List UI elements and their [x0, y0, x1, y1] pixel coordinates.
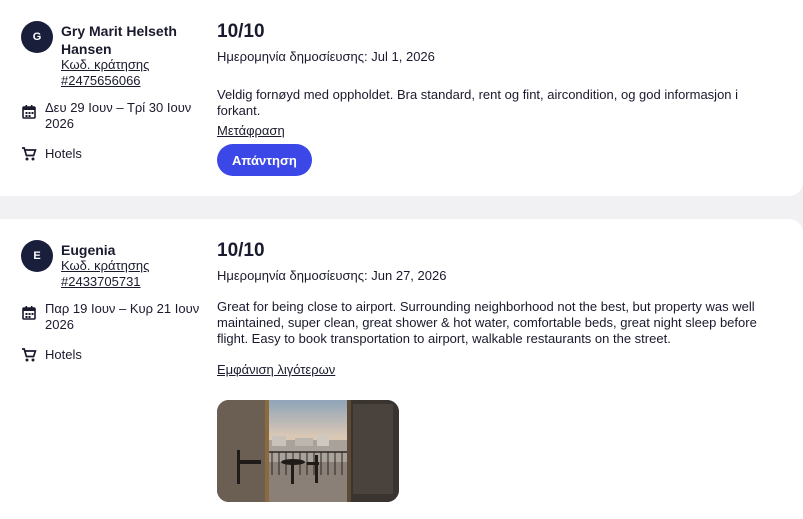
reviewer-name: Gry Marit Helseth Hansen [61, 23, 177, 57]
stay-dates-text: Παρ 19 Ιουν – Κυρ 21 Ιουν 2026 [45, 301, 200, 332]
booking-reference[interactable]: Κωδ. κράτησης #2433705731 [61, 258, 201, 290]
booking-reference[interactable]: Κωδ. κράτησης #2475656066 [61, 57, 201, 89]
review-score: 10/10 [217, 21, 265, 42]
category-text: Hotels [45, 146, 82, 161]
review-card: G Gry Marit Helseth Hansen Κωδ. κράτησης… [0, 0, 803, 196]
cart-icon [22, 147, 37, 161]
cart-icon [22, 348, 37, 362]
published-date: Ημερομηνία δημοσίευσης: Jul 1, 2026 [217, 49, 435, 64]
booking-id[interactable]: #2433705731 [61, 274, 141, 289]
category-text: Hotels [45, 347, 82, 362]
booking-id[interactable]: #2475656066 [61, 73, 141, 88]
review-card: E Eugenia Κωδ. κράτησης #2433705731 Παρ … [0, 219, 803, 519]
show-less-link[interactable]: Εμφάνιση λιγότερων [217, 362, 335, 377]
translate-link[interactable]: Μετάφραση [217, 123, 285, 138]
booking-label[interactable]: Κωδ. κράτησης [61, 258, 149, 273]
calendar-icon [22, 105, 36, 119]
review-text: Veldig fornøyd med oppholdet. Bra standa… [217, 87, 739, 118]
balcony-photo [217, 400, 399, 502]
stay-dates-text: Δευ 29 Ιουν – Τρί 30 Ιουν 2026 [45, 100, 192, 131]
review-text: Great for being close to airport. Surrou… [217, 299, 757, 346]
reviewer-name: Eugenia [61, 242, 116, 258]
published-date: Ημερομηνία δημοσίευσης: Jun 27, 2026 [217, 268, 447, 283]
avatar: E [21, 240, 53, 272]
reply-button[interactable]: Απάντηση [217, 144, 312, 176]
calendar-icon [22, 306, 36, 320]
review-score: 10/10 [217, 240, 265, 261]
avatar: G [21, 21, 53, 53]
booking-label[interactable]: Κωδ. κράτησης [61, 57, 149, 72]
review-photo[interactable] [217, 400, 399, 502]
